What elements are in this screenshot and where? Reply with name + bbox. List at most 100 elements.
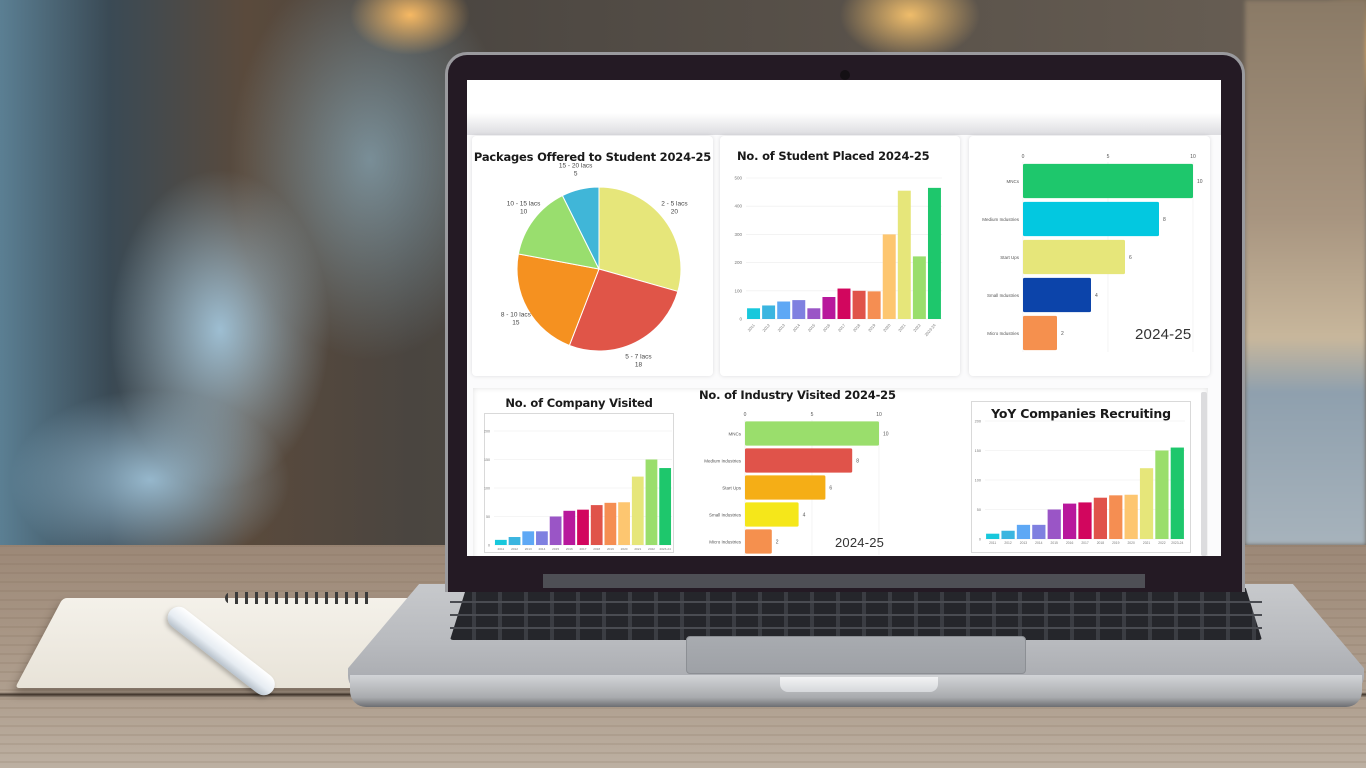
card-packages: Packages Offered to Student 2024-25 2 - … — [472, 136, 713, 376]
webcam-icon — [840, 70, 850, 80]
x-tick-label: 2022 — [912, 322, 922, 333]
x-tick-label: 2015 — [807, 322, 817, 333]
bar — [1109, 495, 1123, 539]
data-label: 6 — [1129, 255, 1132, 261]
bar — [1139, 468, 1154, 539]
data-label: 4 — [803, 512, 806, 518]
x-tick-label: 2022 — [648, 547, 655, 551]
bar — [1093, 497, 1107, 539]
bar — [659, 468, 672, 545]
x-tick-label: 0 — [1022, 154, 1025, 160]
data-label: 10 — [1197, 179, 1203, 185]
card-students-placed: No. of Student Placed 2024-25 0 100 200 300… — [720, 136, 960, 376]
bar — [912, 256, 926, 319]
x-tick-label: 2011 — [989, 541, 996, 545]
pie-slice-value: 10 — [520, 209, 528, 216]
x-tick-label: 2012 — [511, 547, 518, 551]
y-tick-label: 300 — [734, 232, 742, 237]
x-tick-label: 2013 — [776, 322, 786, 333]
bar — [852, 290, 866, 319]
x-tick-label: 2016 — [1066, 541, 1074, 545]
x-tick-label: 2023-24 — [1171, 541, 1183, 545]
x-tick-label: 2017 — [580, 547, 587, 551]
x-tick-label: 2014 — [538, 547, 545, 551]
keyboard-row-divider — [450, 614, 1262, 616]
bar — [837, 288, 851, 319]
bar — [882, 234, 896, 319]
pie-slice-label: 10 - 15 lacs — [507, 201, 541, 208]
x-tick-label: 2019 — [607, 547, 614, 551]
category-label: Small Industries — [709, 512, 742, 517]
bar — [494, 539, 507, 545]
industry-visited-hbar-chart: 0 5 10 MNCs 10 Medium Industries 8 Start Ups 6 Sm… — [704, 412, 889, 555]
x-tick-label: 2014 — [792, 322, 802, 333]
x-tick-label: 2014 — [1035, 541, 1043, 545]
bar — [1023, 315, 1057, 351]
y-tick-label: 200 — [734, 260, 742, 265]
x-tick-label: 2011 — [498, 547, 505, 551]
x-tick-label: 2017 — [837, 322, 847, 333]
bar — [745, 475, 826, 500]
x-tick-label: 2019 — [1112, 541, 1120, 545]
y-tick-label: 200 — [975, 420, 981, 424]
bar — [522, 531, 535, 545]
card-industry-types: 0 5 10 MNCs 10 Medium Industries 8 Start Ups 6 Sm… — [969, 136, 1210, 376]
lid-notch — [780, 677, 938, 692]
scrollbar[interactable] — [1201, 392, 1207, 556]
dashboard-screen: Packages Offered to Student 2024-25 2 - … — [467, 80, 1221, 556]
y-tick-label: 100 — [975, 479, 981, 483]
x-tick-label: 10 — [1190, 154, 1196, 160]
y-tick-label: 500 — [734, 176, 742, 181]
x-tick-label: 2013 — [1020, 541, 1028, 545]
bar — [745, 448, 853, 473]
y-tick-label: 0 — [739, 317, 742, 322]
dashboard-header-band — [467, 80, 1221, 135]
bar — [508, 537, 521, 545]
bar — [1032, 524, 1046, 539]
bar — [631, 476, 644, 545]
pie-slice-value: 15 — [512, 320, 520, 327]
y-tick-label: 100 — [734, 288, 742, 293]
x-tick-label: 2021 — [897, 322, 907, 333]
x-tick-label: 2023-24 — [659, 547, 671, 551]
x-tick-label: 2020 — [621, 547, 628, 551]
bar — [745, 529, 772, 554]
bar — [1170, 447, 1184, 539]
bar — [777, 301, 791, 319]
data-label: 2 — [1061, 331, 1064, 337]
company-visited-bar-chart: 0 50 100 150 200 2011 2012 2013 2014 2015 2016 2017… — [484, 430, 672, 551]
x-tick-label: 2016 — [822, 322, 832, 333]
x-tick-label: 2018 — [593, 547, 600, 551]
bar — [645, 459, 658, 545]
pie-slice-value: 20 — [671, 209, 679, 216]
y-tick-label: 0 — [979, 538, 981, 542]
data-label: 10 — [883, 431, 889, 437]
bar — [822, 297, 836, 319]
x-tick-label: 5 — [1107, 154, 1110, 160]
x-tick-label: 2020 — [1127, 541, 1135, 545]
x-tick-label: 2013 — [525, 547, 532, 551]
bar — [1023, 163, 1193, 199]
trackpad — [686, 636, 1026, 674]
pie-slice-label: 15 - 20 lacs — [559, 163, 593, 170]
pie-slice-value: 18 — [635, 361, 643, 368]
bar — [563, 510, 576, 545]
bar — [1155, 450, 1169, 539]
bar — [1047, 509, 1061, 539]
x-tick-label: 2021 — [1143, 541, 1151, 545]
data-label: 2 — [776, 539, 779, 545]
bar — [897, 190, 911, 319]
x-tick-label: 0 — [744, 412, 747, 418]
x-tick-label: 2018 — [1097, 541, 1105, 545]
bar — [867, 291, 881, 319]
bar — [1001, 530, 1015, 539]
bar — [1063, 503, 1077, 539]
bar — [986, 533, 1000, 539]
data-label: 8 — [856, 458, 859, 464]
x-tick-label: 10 — [876, 412, 882, 418]
notebook-spiral — [225, 592, 375, 604]
y-tick-label: 200 — [484, 430, 490, 434]
x-tick-label: 2012 — [761, 322, 771, 333]
background-blur — [1245, 0, 1366, 545]
category-label: Start Ups — [722, 485, 742, 490]
